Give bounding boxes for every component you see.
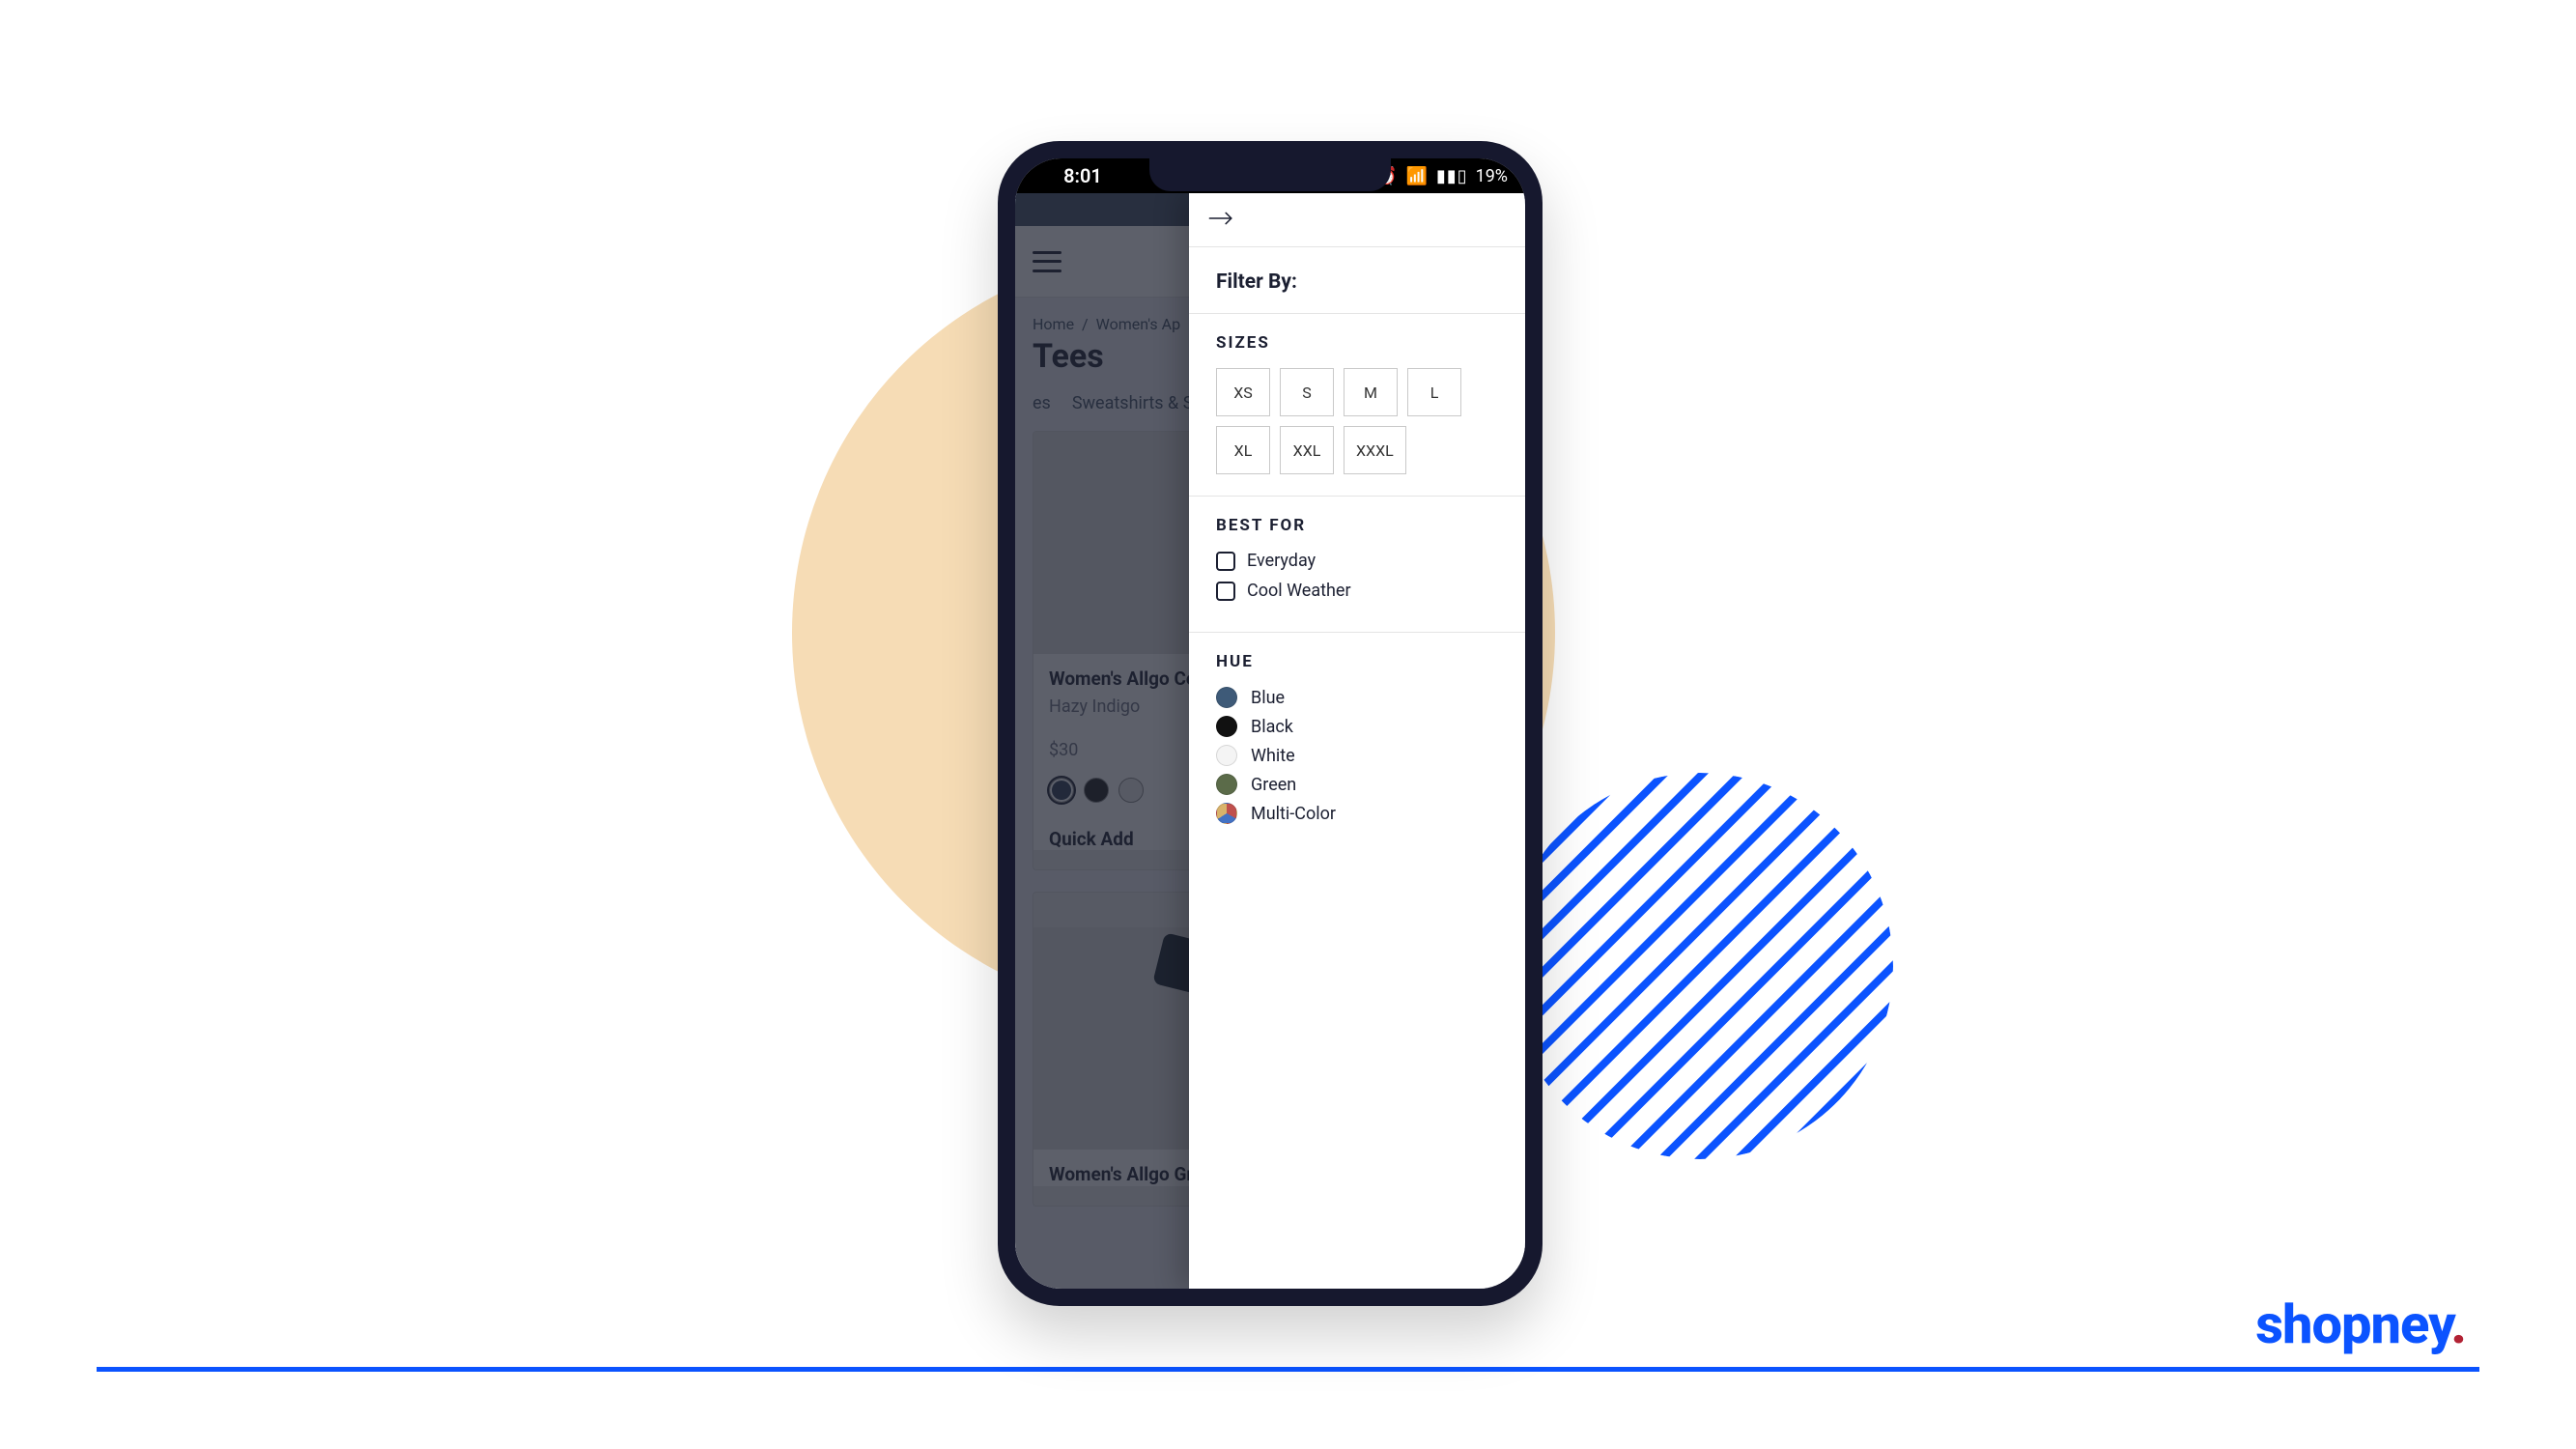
status-right: ⏰ 📶 ▮▮▯ 19% [1375, 166, 1525, 186]
size-option-s[interactable]: S [1280, 368, 1334, 416]
hue-option-black[interactable]: Black [1216, 716, 1498, 737]
bestfor-option-everyday[interactable]: Everyday [1216, 551, 1498, 571]
signal-icon: ▮▮▯ [1436, 166, 1468, 186]
hue-label: Green [1251, 775, 1296, 795]
filter-heading-bestfor: BEST FOR [1216, 516, 1498, 535]
shopney-logo: shopney. [2255, 1293, 2468, 1356]
breadcrumb-sep: / [1082, 315, 1089, 333]
size-option-xl[interactable]: XL [1216, 426, 1270, 474]
status-time: 8:01 [1015, 164, 1150, 187]
hue-swatch-icon [1216, 803, 1237, 824]
color-swatch[interactable] [1049, 778, 1074, 803]
hue-option-multicolor[interactable]: Multi-Color [1216, 803, 1498, 824]
size-grid: XS S M L XL XXL XXXL [1216, 368, 1498, 474]
filter-title: Filter By: [1189, 247, 1525, 314]
color-swatch[interactable] [1084, 778, 1109, 803]
size-option-xs[interactable]: XS [1216, 368, 1270, 416]
filter-panel-header [1189, 193, 1525, 247]
hue-label: White [1251, 746, 1295, 766]
battery-percent: 19% [1476, 166, 1508, 186]
wifi-icon: 📶 [1405, 166, 1428, 186]
hue-swatch-icon [1216, 774, 1237, 795]
checkbox-icon [1216, 552, 1235, 571]
breadcrumb-home[interactable]: Home [1033, 315, 1074, 333]
breadcrumb-current[interactable]: Women's Ap [1096, 315, 1180, 333]
category-tab[interactable]: Sweatshirts & Sw [1072, 393, 1206, 413]
hue-label: Multi-Color [1251, 804, 1336, 824]
hue-option-green[interactable]: Green [1216, 774, 1498, 795]
filter-heading-hue: HUE [1216, 652, 1498, 671]
hue-swatch-icon [1216, 687, 1237, 708]
filter-panel: Filter By: SIZES XS S M L XL XXL XXXL BE… [1189, 193, 1525, 1289]
hue-option-white[interactable]: White [1216, 745, 1498, 766]
bestfor-label: Everyday [1247, 551, 1316, 571]
bestfor-label: Cool Weather [1247, 581, 1351, 601]
filter-section-hue: HUE Blue Black White Green [1189, 633, 1525, 853]
size-option-l[interactable]: L [1407, 368, 1461, 416]
hue-swatch-icon [1216, 716, 1237, 737]
hue-label: Black [1251, 717, 1293, 737]
filter-heading-sizes: SIZES [1216, 333, 1498, 353]
size-option-xxxl[interactable]: XXXL [1344, 426, 1406, 474]
size-option-m[interactable]: M [1344, 368, 1398, 416]
decoration-stripes [1507, 773, 1893, 1159]
hue-option-blue[interactable]: Blue [1216, 687, 1498, 708]
hue-label: Blue [1251, 688, 1285, 708]
hamburger-icon[interactable] [1033, 251, 1062, 272]
brand-name: shopney [2255, 1293, 2450, 1356]
phone-notch [1149, 158, 1391, 191]
close-panel-arrow-icon[interactable] [1208, 209, 1235, 232]
size-option-xxl[interactable]: XXL [1280, 426, 1334, 474]
category-tab[interactable]: es [1033, 393, 1051, 413]
filter-section-bestfor: BEST FOR Everyday Cool Weather [1189, 497, 1525, 633]
color-swatch[interactable] [1118, 778, 1144, 803]
phone-screen: 8:01 ⏰ 📶 ▮▮▯ 19% The Palm Sprin [1015, 158, 1525, 1289]
filter-section-sizes: SIZES XS S M L XL XXL XXXL [1189, 314, 1525, 497]
brand-dot: . [2450, 1293, 2466, 1356]
hue-swatch-icon [1216, 745, 1237, 766]
phone-frame: 8:01 ⏰ 📶 ▮▮▯ 19% The Palm Sprin [998, 141, 1543, 1306]
footer-divider [97, 1367, 2479, 1372]
checkbox-icon [1216, 582, 1235, 601]
bestfor-option-coolweather[interactable]: Cool Weather [1216, 581, 1498, 601]
